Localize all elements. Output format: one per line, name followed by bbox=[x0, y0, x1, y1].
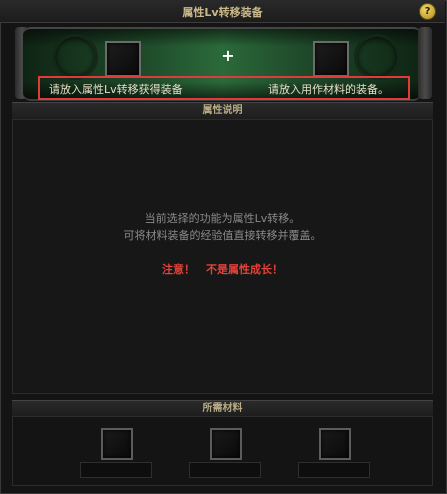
required-material-count-2 bbox=[189, 462, 261, 478]
warning-text: 注意！ 不是属性成长！ bbox=[162, 263, 283, 276]
target-slot-hint: 请放入用作材料的装备。 bbox=[268, 83, 389, 96]
source-equipment-slot[interactable] bbox=[105, 41, 141, 77]
required-material-count-3 bbox=[298, 462, 370, 478]
source-slot-hint: 请放入属性Lv转移获得装备 bbox=[49, 83, 183, 96]
help-button[interactable]: ? bbox=[419, 3, 436, 20]
window-titlebar[interactable]: 属性Lv转移装备 ? bbox=[0, 0, 445, 23]
required-material-count-1 bbox=[80, 462, 152, 478]
required-material-slot-3[interactable] bbox=[319, 428, 351, 460]
description-header: 属性说明 bbox=[12, 102, 433, 120]
plus-icon: + bbox=[221, 46, 235, 65]
scroll-right-cap bbox=[418, 27, 432, 99]
required-material-slot-1[interactable] bbox=[101, 428, 133, 460]
description-line-1: 当前选择的功能为属性Lv转移。 bbox=[144, 212, 301, 225]
required-material-slot-2[interactable] bbox=[210, 428, 242, 460]
gear-ornament-left bbox=[52, 34, 98, 80]
window-title: 属性Lv转移装备 bbox=[182, 6, 263, 19]
gear-ornament-right bbox=[354, 34, 400, 80]
material-equipment-slot[interactable] bbox=[313, 41, 349, 77]
description-panel bbox=[12, 119, 433, 394]
description-line-2: 可将材料装备的经验值直接转移并覆盖。 bbox=[123, 229, 322, 242]
